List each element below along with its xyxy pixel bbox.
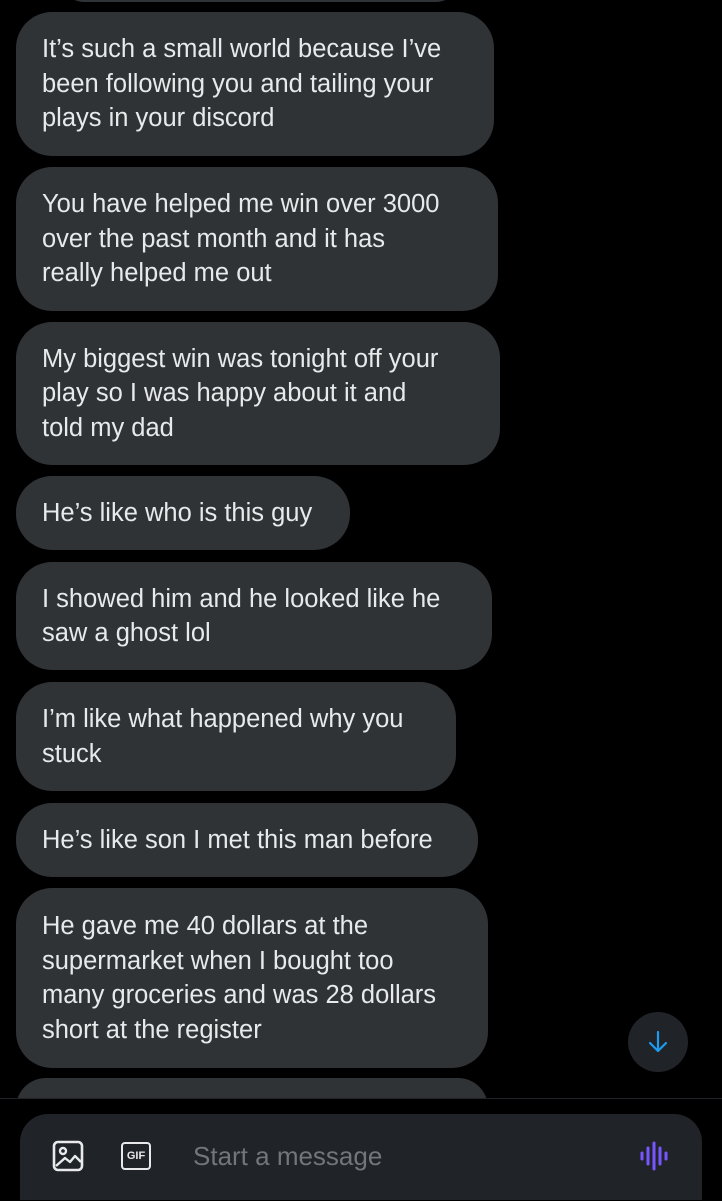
message-text: He’s like son I met this man before [42, 825, 433, 854]
message-bubble[interactable]: My biggest win was tonight off your play… [16, 322, 500, 465]
message-bubble[interactable]: He’s like son I met this man before [16, 803, 478, 877]
message-bubble[interactable]: I showed him and he looked like he saw a… [16, 562, 492, 670]
message-text: I’m like what happened why you stuck [42, 705, 404, 768]
message-thread[interactable]: It’s such a small world because I’ve bee… [0, 0, 722, 1100]
message-bubble[interactable]: You have helped me win over 3000 over th… [16, 167, 498, 311]
scroll-to-bottom-button[interactable] [628, 1012, 688, 1072]
message-text: I showed him and he looked like he saw a… [42, 584, 441, 648]
message-text: He’s like who is this guy [42, 498, 313, 527]
message-text: It’s such a small world because I’ve bee… [42, 35, 442, 133]
voice-message-button[interactable] [636, 1138, 672, 1174]
message-bubble-previous [60, 0, 460, 2]
gif-button[interactable]: GIF [118, 1138, 154, 1174]
gif-icon: GIF [121, 1142, 151, 1170]
voice-waveform-icon [640, 1141, 668, 1171]
arrow-down-icon [648, 1030, 668, 1053]
message-bubble[interactable]: He’s like who is this guy [16, 476, 350, 550]
message-text: You have helped me win over 3000 over th… [42, 190, 440, 288]
message-bubble[interactable]: It’s such a small world because I’ve bee… [16, 12, 494, 156]
message-bubble[interactable]: I’m like what happened why you stuck [16, 682, 456, 791]
message-bubble-next [16, 1078, 488, 1100]
message-input-placeholder: Start a message [193, 1141, 383, 1171]
gif-label: GIF [126, 1150, 146, 1162]
image-icon [52, 1140, 84, 1172]
message-input[interactable]: Start a message [193, 1138, 382, 1174]
media-button[interactable] [50, 1138, 86, 1174]
message-bubble[interactable]: He gave me 40 dollars at the supermarket… [16, 888, 488, 1068]
message-text: He gave me 40 dollars at the supermarket… [42, 912, 437, 1044]
message-text: My biggest win was tonight off your play… [42, 344, 439, 442]
